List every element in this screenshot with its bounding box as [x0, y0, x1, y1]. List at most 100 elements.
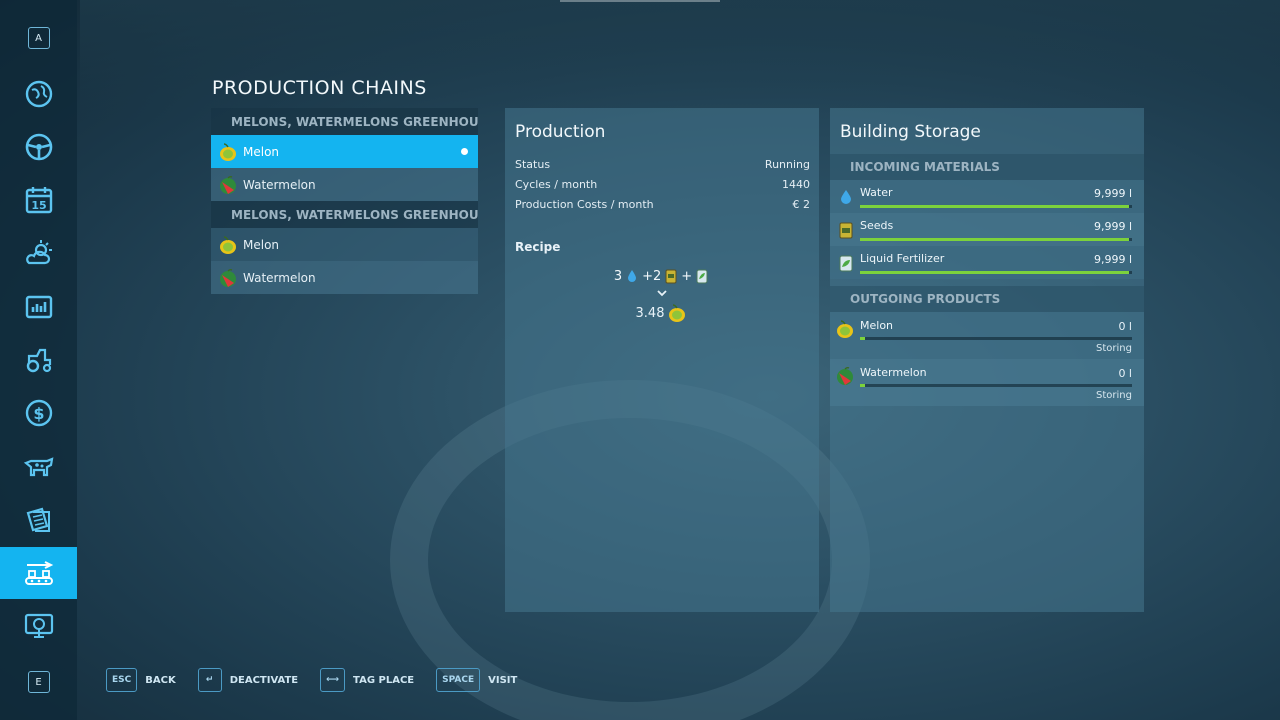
production-icon — [24, 561, 53, 585]
chain-item-label: Watermelon — [243, 270, 316, 285]
calendar-icon: 15 — [25, 187, 52, 214]
status-label: Status — [515, 157, 551, 171]
watermelon-icon — [220, 268, 236, 287]
selected-dot — [461, 148, 468, 155]
sidebar-item-calendar[interactable]: 15 — [0, 174, 77, 226]
chain-item-melon[interactable]: Melon — [211, 228, 478, 261]
recipe-title: Recipe — [515, 240, 561, 254]
contracts-icon — [26, 507, 50, 532]
statistics-icon — [25, 295, 52, 319]
chain-item-label: Melon — [243, 237, 280, 252]
fill-bar — [860, 238, 1132, 241]
outgoing-header: OUTGOING PRODUCTS — [830, 286, 1144, 312]
production-title: Production — [515, 122, 606, 142]
recipe-water-amount: 3 — [613, 268, 623, 284]
storage-row-liquid-fertilizer: Liquid Fertilizer 9,999 l — [830, 246, 1144, 279]
tractor-icon — [26, 348, 51, 373]
production-panel: Production Status Running Cycles / month… — [505, 108, 819, 612]
background-band — [80, 0, 1280, 120]
storage-amount: 0 l — [1118, 320, 1132, 333]
chain-item-watermelon[interactable]: Watermelon — [211, 261, 478, 294]
storage-title: Building Storage — [840, 122, 981, 142]
watermelon-icon — [837, 366, 853, 385]
sidebar-item-contracts[interactable] — [0, 494, 77, 546]
costs-row: Production Costs / month € 2 — [505, 194, 819, 214]
storage-amount: 0 l — [1118, 367, 1132, 380]
recipe-plus: + — [681, 268, 693, 284]
recipe-output-amount: 3.48 — [635, 305, 665, 321]
svg-text:$: $ — [33, 404, 44, 423]
water-drop-icon — [841, 190, 851, 204]
sidebar-item-vehicles[interactable] — [0, 121, 77, 173]
back-button[interactable]: ESC BACK — [106, 668, 176, 692]
storage-amount: 9,999 l — [1093, 220, 1132, 233]
tag-place-label: TAG PLACE — [353, 674, 415, 686]
sidebar-item-production[interactable] — [0, 547, 77, 599]
sidebar-item-finances[interactable]: $ — [0, 387, 77, 439]
building-storage-panel: Building Storage INCOMING MATERIALS Wate… — [830, 108, 1144, 612]
svg-text:15: 15 — [31, 199, 46, 212]
melon-icon — [669, 304, 686, 322]
deactivate-button[interactable]: ↵ DEACTIVATE — [197, 668, 299, 692]
visit-button[interactable]: SPACE VISIT — [436, 668, 517, 692]
recipe-arrow — [505, 286, 819, 300]
storage-mode[interactable]: Storing — [1096, 390, 1132, 401]
status-value: Running — [764, 157, 810, 171]
cycles-label: Cycles / month — [515, 177, 598, 191]
dollar-icon: $ — [25, 399, 52, 427]
fill-level — [860, 205, 1130, 208]
top-marker — [560, 0, 720, 2]
seed-bag-icon — [839, 222, 853, 239]
storage-name: Seeds — [860, 219, 894, 232]
cycles-value: 1440 — [782, 177, 810, 191]
tag-place-button[interactable]: ⟷ TAG PLACE — [320, 668, 414, 692]
sidebar-key-e[interactable]: E — [0, 656, 77, 708]
incoming-header: INCOMING MATERIALS — [830, 154, 1144, 180]
fertilizer-icon — [839, 255, 853, 272]
sidebar-item-statistics[interactable] — [0, 281, 77, 333]
storage-name: Water — [860, 186, 893, 199]
storage-row-watermelon: Watermelon 0 l Storing — [830, 359, 1144, 406]
map-globe-icon — [25, 80, 52, 108]
melon-icon — [220, 235, 236, 254]
sidebar-key-a[interactable]: A — [0, 12, 77, 64]
recipe-seeds-amount: +2 — [642, 268, 662, 284]
deactivate-label: DEACTIVATE — [229, 674, 299, 686]
sidebar: A 15 $ E — [0, 0, 77, 720]
recipe-inputs: 3 +2 + — [505, 266, 819, 286]
back-label: BACK — [145, 674, 176, 686]
fill-bar — [860, 384, 1132, 387]
chain-item-melon[interactable]: Melon — [211, 135, 478, 168]
storage-amount: 9,999 l — [1093, 253, 1132, 266]
storage-row-water: Water 9,999 l — [830, 180, 1144, 213]
sidebar-item-animals[interactable] — [0, 441, 77, 493]
visit-label: VISIT — [488, 674, 518, 686]
recipe-output: 3.48 — [505, 300, 819, 326]
storage-mode[interactable]: Storing — [1096, 343, 1132, 354]
melon-icon — [220, 142, 236, 161]
tutorial-screen-icon — [24, 613, 53, 638]
melon-icon — [837, 320, 853, 338]
watermelon-icon — [220, 175, 236, 194]
cycles-row: Cycles / month 1440 — [505, 174, 819, 194]
weather-icon — [25, 240, 52, 265]
chain-group-header: MELONS, WATERMELONS GREENHOUSE — [211, 201, 478, 228]
chain-item-label: Watermelon — [243, 177, 316, 192]
fill-level — [860, 337, 866, 340]
storage-amount: 9,999 l — [1093, 187, 1132, 200]
enter-key: ↵ — [197, 668, 222, 692]
fill-level — [860, 271, 1130, 274]
chain-item-watermelon[interactable]: Watermelon — [211, 168, 478, 201]
production-chain-list: MELONS, WATERMELONS GREENHOUSE Melon Wat… — [211, 108, 478, 294]
sidebar-item-map[interactable] — [0, 68, 77, 120]
costs-label: Production Costs / month — [515, 197, 654, 211]
sidebar-item-vehicles-fleet[interactable] — [0, 334, 77, 386]
esc-key: ESC — [106, 668, 138, 692]
storage-row-melon: Melon 0 l Storing — [830, 312, 1144, 359]
chain-group-header: MELONS, WATERMELONS GREENHOUSE — [211, 108, 478, 135]
sidebar-item-weather[interactable] — [0, 227, 77, 279]
steering-wheel-icon — [25, 133, 52, 161]
costs-value: € 2 — [792, 197, 811, 211]
sidebar-item-help[interactable] — [0, 600, 77, 652]
storage-name: Melon — [860, 319, 894, 332]
